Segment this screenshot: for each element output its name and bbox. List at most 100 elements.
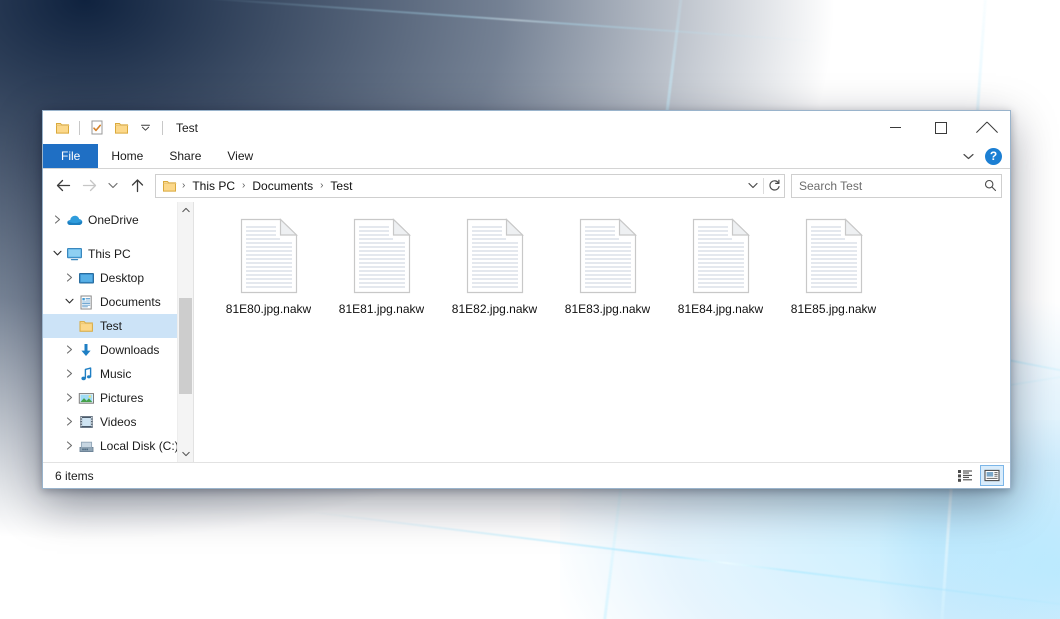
recent-locations-button[interactable] [103,174,123,198]
tab-home[interactable]: Home [98,144,156,168]
window-title: Test [176,121,198,135]
address-bar-actions [743,176,784,196]
breadcrumb-separator-2[interactable]: › [318,180,325,191]
tab-view[interactable]: View [214,144,266,168]
search-input[interactable]: Search Test [791,174,1002,198]
tab-view-label: View [227,149,253,163]
file-item[interactable]: 81E80.jpg.nakw [212,214,325,323]
sidebar-item-downloads[interactable]: Downloads [43,338,193,362]
sidebar-item-label: Music [100,367,131,381]
breadcrumb-separator-0[interactable]: › [180,180,187,191]
properties-icon[interactable] [86,117,108,139]
previous-locations-icon[interactable] [743,176,763,196]
file-name: 81E81.jpg.nakw [339,302,424,317]
address-input[interactable]: › This PC › Documents › Test [155,174,785,198]
tab-share[interactable]: Share [156,144,214,168]
window-controls [872,111,1010,144]
sidebar-item-pictures[interactable]: Pictures [43,386,193,410]
chevron-right-icon[interactable] [61,345,77,356]
address-bar: › This PC › Documents › Test [43,169,1010,202]
document-icon [465,218,525,294]
chevron-down-icon[interactable] [49,250,65,259]
item-count-label: 6 items [55,469,94,483]
file-item[interactable]: 81E83.jpg.nakw [551,214,664,323]
maximize-button[interactable] [918,111,964,144]
details-view-button[interactable] [953,465,977,486]
ribbon-right-controls: ? [957,144,1010,168]
sidebar-item-documents[interactable]: Documents [43,290,193,314]
tab-home-label: Home [111,149,143,163]
scroll-down-icon[interactable] [178,446,193,462]
file-name: 81E84.jpg.nakw [678,302,763,317]
chevron-down-icon[interactable] [61,298,77,307]
document-icon [239,218,299,294]
title-bar: Test [43,111,1010,144]
explorer-body: OneDrive This PC [43,202,1010,462]
qat-separator-2 [162,121,163,135]
file-item[interactable]: 81E85.jpg.nakw [777,214,890,323]
large-icons-view-button[interactable] [980,465,1004,486]
ribbon-spacer [266,144,957,168]
tab-file[interactable]: File [43,144,98,168]
sidebar-item-onedrive[interactable]: OneDrive [43,208,193,232]
disk-icon [77,440,95,453]
new-folder-icon[interactable] [110,117,132,139]
expand-ribbon-icon[interactable] [957,145,979,167]
wallpaper-beam-4 [303,510,1060,612]
file-item[interactable]: 81E84.jpg.nakw [664,214,777,323]
chevron-right-icon[interactable] [61,441,77,452]
file-list-pane[interactable]: 81E80.jpg.nakw [194,202,1010,462]
back-button[interactable] [51,174,75,198]
folder-icon[interactable] [51,117,73,139]
file-name: 81E82.jpg.nakw [452,302,537,317]
sidebar-scrollbar[interactable] [177,202,193,462]
close-button[interactable] [964,111,1010,144]
scrollbar-thumb[interactable] [179,298,192,394]
tab-file-label: File [61,149,80,163]
breadcrumb-documents[interactable]: Documents [248,178,317,194]
file-name: 81E83.jpg.nakw [565,302,650,317]
pictures-icon [77,392,95,405]
chevron-down-icon[interactable] [134,117,156,139]
desktop-icon [77,272,95,285]
file-name: 81E80.jpg.nakw [226,302,311,317]
chevron-right-icon[interactable] [61,273,77,284]
close-icon [981,122,993,134]
breadcrumb-test[interactable]: Test [326,178,356,194]
chevron-right-icon[interactable] [61,393,77,404]
quick-access-toolbar: Test [43,111,198,144]
sidebar-item-music[interactable]: Music [43,362,193,386]
monitor-icon [65,247,83,261]
scroll-up-icon[interactable] [178,202,193,218]
search-icon[interactable] [984,179,997,192]
qat-separator-1 [79,121,80,135]
sidebar-item-this-pc[interactable]: This PC [43,242,193,266]
file-item[interactable]: 81E81.jpg.nakw [325,214,438,323]
breadcrumb-this-pc[interactable]: This PC [188,178,239,194]
music-icon [77,367,95,382]
sidebar-item-label: Local Disk (C:) [100,439,179,453]
sidebar-item-videos[interactable]: Videos [43,410,193,434]
cloud-icon [65,214,83,227]
document-icon [578,218,638,294]
chevron-right-icon[interactable] [49,215,65,226]
chevron-right-icon[interactable] [61,369,77,380]
sidebar-item-label: Documents [100,295,161,309]
sidebar-item-test[interactable]: Test [43,314,193,338]
chevron-right-icon[interactable] [61,417,77,428]
forward-button[interactable] [77,174,101,198]
up-button[interactable] [125,174,149,198]
sidebar-item-label: OneDrive [88,213,139,227]
address-folder-icon [160,179,178,193]
sidebar-item-desktop[interactable]: Desktop [43,266,193,290]
document-icon [804,218,864,294]
breadcrumb-separator-1[interactable]: › [240,180,247,191]
help-icon[interactable]: ? [985,148,1002,165]
refresh-icon[interactable] [764,176,784,196]
minimize-button[interactable] [872,111,918,144]
sidebar-item-label: Downloads [100,343,159,357]
tab-share-label: Share [169,149,201,163]
maximize-icon [935,122,947,134]
file-item[interactable]: 81E82.jpg.nakw [438,214,551,323]
sidebar-item-local-disk[interactable]: Local Disk (C:) [43,434,193,458]
